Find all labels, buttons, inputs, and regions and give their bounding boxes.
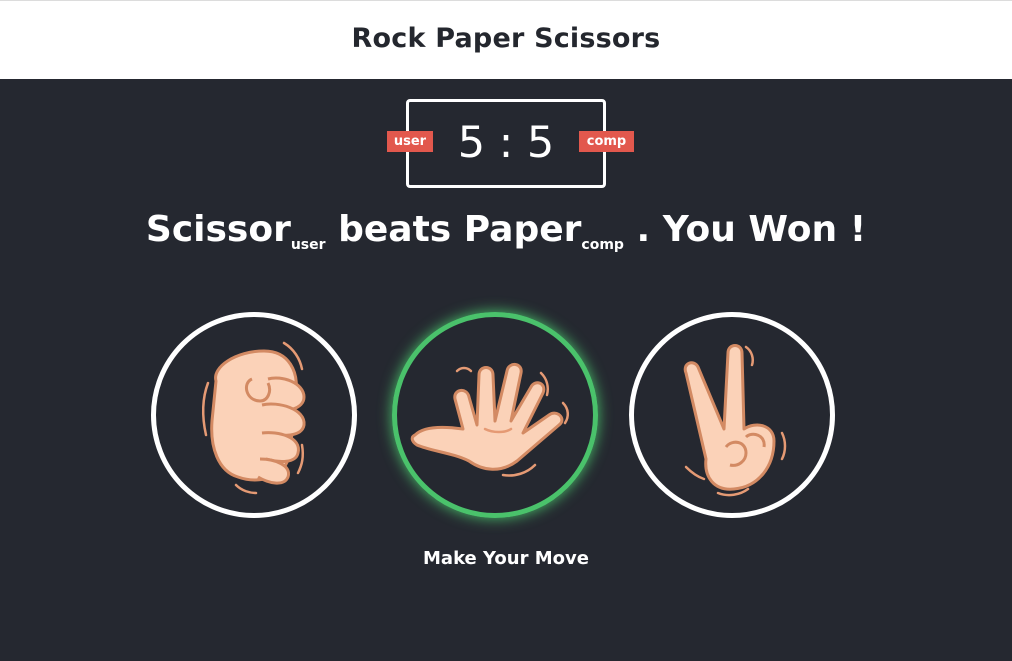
result-message: Scissoruser beats Papercomp . You Won ! — [0, 209, 1012, 253]
result-verb: beats — [338, 209, 452, 250]
score-display: 5 : 5 — [457, 118, 555, 168]
comp-badge: comp — [579, 131, 634, 152]
result-comp-tag: comp — [581, 237, 624, 253]
scissors-hand-icon — [683, 344, 787, 497]
page-title: Rock Paper Scissors — [351, 23, 661, 54]
app-header: Rock Paper Scissors — [0, 0, 1012, 79]
rock-button[interactable] — [151, 312, 357, 518]
make-move-prompt: Make Your Move — [423, 548, 589, 569]
user-badge: user — [387, 131, 433, 152]
paper-button[interactable] — [392, 312, 598, 518]
game-board: 5 : 5 user comp Scissoruser beats Paperc… — [0, 79, 1012, 661]
scoreboard: 5 : 5 — [406, 99, 606, 188]
scissors-button[interactable] — [629, 312, 835, 518]
result-comp-choice: Paper — [463, 209, 582, 250]
paper-hand-icon — [410, 363, 569, 477]
result-outcome: . You Won ! — [636, 209, 867, 250]
rock-hand-icon — [202, 341, 306, 495]
result-user-tag: user — [290, 237, 326, 253]
result-user-choice: Scissor — [145, 209, 291, 250]
